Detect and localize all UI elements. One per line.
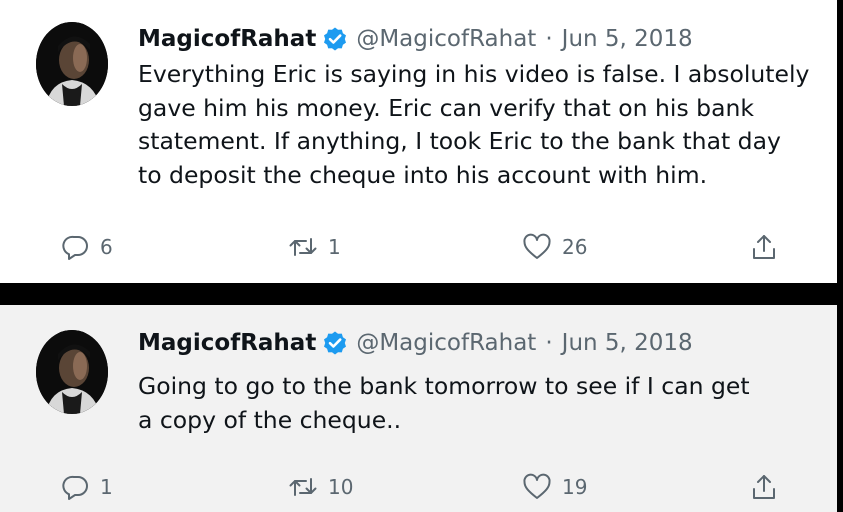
like-button[interactable]: 26 <box>522 229 587 265</box>
tweet-card[interactable]: MagicofRahat @MagicofRahat · Jun 5, 2018… <box>0 305 837 512</box>
reply-button[interactable]: 1 <box>62 469 113 505</box>
avatar-portrait-icon <box>36 22 108 106</box>
retweet-button[interactable]: 10 <box>288 469 353 505</box>
author-name[interactable]: MagicofRahat <box>138 330 316 356</box>
verified-badge-icon <box>322 330 348 356</box>
tweet-date[interactable]: Jun 5, 2018 <box>562 330 693 356</box>
reply-icon <box>62 475 88 500</box>
tweet-text-line: statement. If anything, I took Eric to t… <box>138 127 781 155</box>
tweet-date[interactable]: Jun 5, 2018 <box>562 26 693 52</box>
heart-icon <box>523 473 551 499</box>
reply-button[interactable]: 6 <box>62 229 113 265</box>
author-handle[interactable]: @MagicofRahat <box>356 330 536 356</box>
reply-icon <box>62 235 88 260</box>
header-separator: · <box>545 330 553 356</box>
tweet-header: MagicofRahat @MagicofRahat · Jun 5, 2018 <box>138 326 693 360</box>
tweet-text: Going to go to the bank tomorrow to see … <box>138 370 798 437</box>
tweet-text-line: gave him his money. Eric can verify that… <box>138 93 754 122</box>
retweet-icon <box>289 478 317 496</box>
tweet-text-line: Going to go to the bank tomorrow to see … <box>138 372 750 400</box>
reply-count: 1 <box>100 475 113 499</box>
share-button[interactable] <box>749 229 779 265</box>
retweet-count: 1 <box>328 235 341 259</box>
share-button[interactable] <box>749 469 779 505</box>
verified-badge-icon <box>322 26 348 52</box>
tweet-text-line: a copy of the cheque.. <box>138 405 402 434</box>
retweet-icon <box>289 238 317 256</box>
heart-icon <box>523 233 551 259</box>
author-handle[interactable]: @MagicofRahat <box>356 26 536 52</box>
retweet-count: 10 <box>328 475 354 499</box>
tweet-actions: 6 1 26 <box>0 229 837 265</box>
avatar[interactable] <box>36 22 108 106</box>
share-icon <box>753 235 775 259</box>
retweet-button[interactable]: 1 <box>288 229 341 265</box>
tweet-card[interactable]: MagicofRahat @MagicofRahat · Jun 5, 2018… <box>0 0 837 283</box>
tweet-text-line: Everything Eric is saying in his video i… <box>138 60 810 88</box>
tweet-text-line: to deposit the cheque into his account w… <box>138 160 708 189</box>
avatar-portrait-icon <box>36 330 108 414</box>
author-name[interactable]: MagicofRahat <box>138 26 316 52</box>
like-button[interactable]: 19 <box>522 469 587 505</box>
tweet-text: Everything Eric is saying in his video i… <box>138 58 810 192</box>
share-icon <box>753 475 775 499</box>
avatar[interactable] <box>36 330 108 414</box>
reply-count: 6 <box>100 235 113 259</box>
like-count: 19 <box>562 475 588 499</box>
like-count: 26 <box>562 235 588 259</box>
tweet-header: MagicofRahat @MagicofRahat · Jun 5, 2018 <box>138 22 693 56</box>
tweet-actions: 1 10 19 <box>0 469 837 505</box>
screenshot-stage: MagicofRahat @MagicofRahat · Jun 5, 2018… <box>0 0 843 512</box>
header-separator: · <box>545 26 553 52</box>
